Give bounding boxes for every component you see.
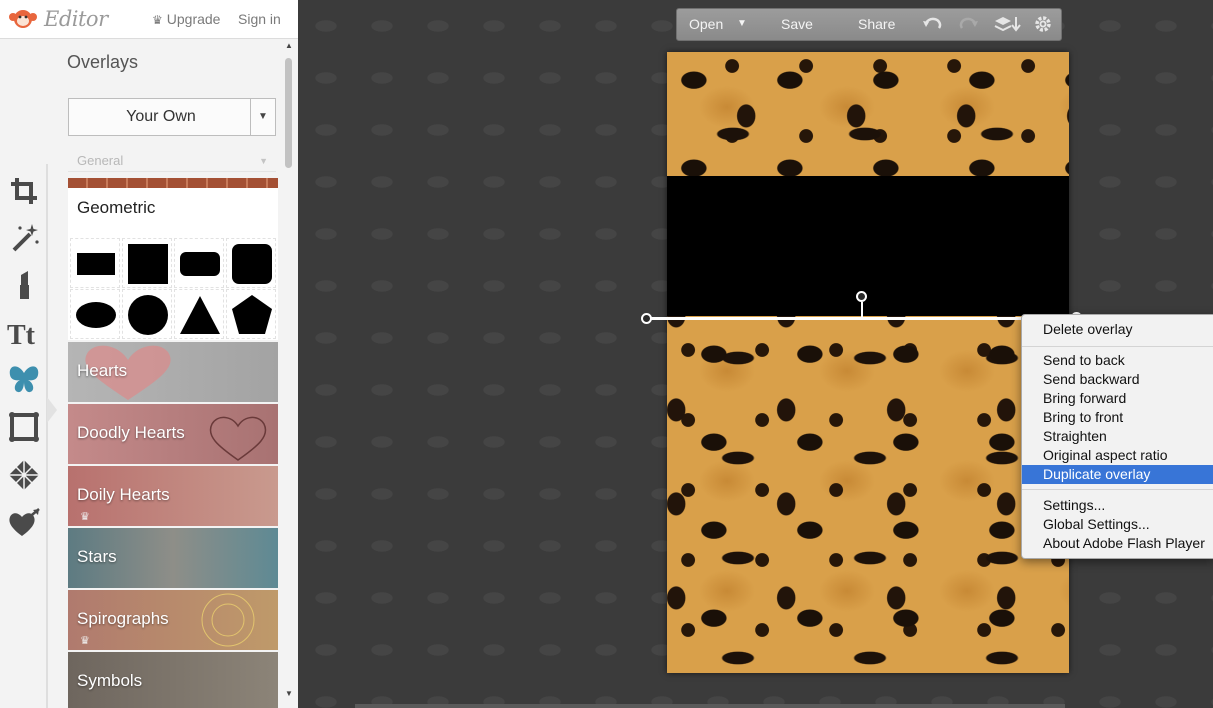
- brick-category-preview[interactable]: [68, 178, 278, 188]
- lipstick-icon[interactable]: [6, 267, 42, 303]
- sign-in-link[interactable]: Sign in: [238, 11, 281, 27]
- resize-handle-left[interactable]: [641, 313, 652, 324]
- category-tile-doily-hearts[interactable]: Doily Hearts ♛: [68, 466, 278, 526]
- menu-item-settings[interactable]: Settings...: [1022, 496, 1213, 515]
- menu-item-about-flash-player[interactable]: About Adobe Flash Player: [1022, 534, 1213, 553]
- scroll-up-arrow-icon[interactable]: ▲: [285, 41, 293, 50]
- menu-item-send-to-back[interactable]: Send to back: [1022, 351, 1213, 370]
- panel-title: Overlays: [67, 52, 139, 72]
- menu-separator: [1022, 346, 1213, 347]
- bottom-edge: [355, 704, 1065, 708]
- menu-item-delete-overlay[interactable]: Delete overlay: [1022, 320, 1213, 339]
- upgrade-link[interactable]: ♛ Upgrade: [152, 11, 220, 27]
- menu-item-bring-forward[interactable]: Bring forward: [1022, 389, 1213, 408]
- menu-item-original-aspect-ratio[interactable]: Original aspect ratio: [1022, 446, 1213, 465]
- menu-item-send-backward[interactable]: Send backward: [1022, 370, 1213, 389]
- rotate-handle[interactable]: [856, 291, 867, 302]
- category-label: Spirographs: [77, 609, 169, 628]
- category-tile-spirographs[interactable]: Spirographs ♛: [68, 590, 278, 650]
- texture-icon[interactable]: [6, 457, 42, 493]
- source-dropdown[interactable]: Your Own ▼: [68, 98, 276, 136]
- scroll-down-arrow-icon[interactable]: ▼: [285, 689, 293, 698]
- scrollbar-thumb[interactable]: [285, 58, 292, 168]
- top-bar: Editor ♛ Upgrade Sign in: [0, 0, 298, 39]
- geometric-category: Geometric: [68, 188, 278, 340]
- open-menu-chevron-icon[interactable]: ▼: [737, 18, 747, 29]
- category-label: Symbols: [77, 671, 143, 690]
- category-select[interactable]: General ▼: [68, 150, 276, 172]
- shape-rounded-square[interactable]: [226, 238, 276, 288]
- shape-ellipse[interactable]: [70, 289, 120, 339]
- source-dropdown-label: Your Own: [126, 108, 196, 125]
- crown-icon: ♛: [152, 13, 163, 27]
- geometric-title: Geometric: [77, 198, 156, 217]
- shape-triangle[interactable]: [174, 289, 224, 339]
- magic-wand-icon[interactable]: [6, 220, 42, 256]
- menu-item-duplicate-overlay[interactable]: Duplicate overlay: [1022, 465, 1213, 484]
- leopard-photo-top: [667, 52, 1069, 176]
- photo-canvas[interactable]: [667, 52, 1069, 673]
- chevron-down-icon[interactable]: ▼: [250, 99, 275, 135]
- category-label: Hearts: [77, 361, 128, 380]
- shape-square[interactable]: [122, 238, 172, 288]
- heart-arrow-icon[interactable]: [6, 505, 42, 541]
- text-icon[interactable]: Tt: [6, 315, 42, 351]
- menu-item-bring-to-front[interactable]: Bring to front: [1022, 408, 1213, 427]
- rectangle-overlay[interactable]: [667, 176, 1069, 316]
- shape-pentagon[interactable]: [226, 289, 276, 339]
- menu-separator: [1022, 489, 1213, 490]
- category-tile-hearts[interactable]: Hearts: [68, 342, 278, 402]
- leopard-photo-bottom: [667, 316, 1069, 673]
- chevron-down-icon: ▼: [259, 156, 268, 166]
- category-tile-symbols[interactable]: Symbols: [68, 652, 278, 708]
- category-label: Stars: [77, 547, 117, 566]
- category-tile-doodly-hearts[interactable]: Doodly Hearts: [68, 404, 278, 464]
- overlay-category-list: Geometric Hearts Doodly Hearts Doily Hea…: [68, 178, 278, 708]
- context-menu: Delete overlay Send to back Send backwar…: [1021, 314, 1213, 559]
- selected-overlay-line[interactable]: [646, 317, 1076, 320]
- upgrade-label: Upgrade: [166, 11, 221, 27]
- premium-crown-icon: ♛: [80, 511, 90, 523]
- category-label: Doodly Hearts: [77, 423, 185, 442]
- menu-item-global-settings[interactable]: Global Settings...: [1022, 515, 1213, 534]
- editor-toolbar: Open ▼ Save Share: [676, 8, 1062, 41]
- active-tool-indicator: [47, 397, 57, 423]
- monkey-logo-icon[interactable]: [8, 7, 38, 31]
- gear-icon[interactable]: [1033, 15, 1053, 33]
- rotate-handle-stem: [861, 302, 863, 317]
- category-tile-stars[interactable]: Stars: [68, 528, 278, 588]
- rail-divider: [46, 164, 48, 708]
- shape-rectangle[interactable]: [70, 238, 120, 288]
- redo-icon[interactable]: [958, 15, 978, 33]
- app-title: Editor: [44, 7, 108, 31]
- butterfly-icon[interactable]: [6, 361, 42, 397]
- crop-icon[interactable]: [6, 173, 42, 209]
- overlays-panel: Editor ♛ Upgrade Sign in Tt Overlays You…: [0, 0, 298, 708]
- shape-rounded-rectangle[interactable]: [174, 238, 224, 288]
- share-button[interactable]: Share: [858, 16, 895, 32]
- svg-text:Tt: Tt: [7, 320, 36, 351]
- premium-crown-icon: ♛: [80, 635, 90, 647]
- menu-item-straighten[interactable]: Straighten: [1022, 427, 1213, 446]
- save-button[interactable]: Save: [781, 16, 813, 32]
- category-select-label: General: [77, 153, 124, 168]
- shape-circle[interactable]: [122, 289, 172, 339]
- frame-icon[interactable]: [6, 409, 42, 445]
- undo-icon[interactable]: [923, 15, 943, 33]
- open-button[interactable]: Open: [689, 16, 723, 32]
- category-label: Doily Hearts: [77, 485, 170, 504]
- panel-scrollbar[interactable]: ▲ ▼: [283, 40, 295, 700]
- layers-icon[interactable]: [993, 15, 1021, 33]
- tool-rail: Tt: [0, 39, 57, 708]
